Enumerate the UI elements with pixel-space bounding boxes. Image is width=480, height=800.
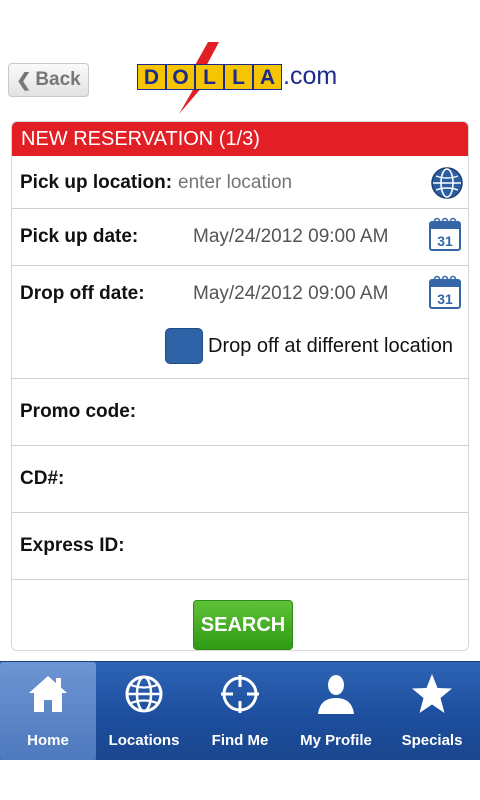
tab-find-me[interactable]: Find Me — [192, 662, 288, 761]
globe-icon[interactable] — [430, 165, 464, 201]
pickup-location-row: Pick up location: — [12, 158, 468, 208]
calendar-day: 31 — [437, 291, 453, 307]
pickup-date-label: Pick up date: — [20, 226, 139, 247]
back-button-label: Back — [35, 69, 81, 90]
app-header: ❮ Back D O L L A .com — [0, 0, 480, 114]
cd-number-input[interactable] — [72, 468, 413, 490]
chevron-left-icon: ❮ — [16, 69, 32, 90]
pickup-location-input[interactable] — [178, 172, 389, 194]
calendar-icon[interactable]: 31 — [428, 274, 462, 310]
logo-letter: L — [224, 64, 253, 90]
pickup-date-value[interactable]: May/24/2012 09:00 AM — [193, 226, 388, 248]
promo-code-input[interactable] — [144, 401, 415, 423]
pickup-date-row[interactable]: Pick up date: May/24/2012 09:00 AM — [12, 209, 468, 265]
different-location-label: Drop off at different location — [208, 335, 453, 357]
tab-locations[interactable]: Locations — [96, 662, 192, 761]
cd-number-label: CD#: — [20, 468, 65, 489]
person-icon — [318, 675, 354, 714]
back-button[interactable]: ❮ Back — [8, 63, 89, 97]
logo-letter: O — [166, 64, 195, 90]
tab-label: My Profile — [300, 732, 372, 749]
tab-label: Find Me — [211, 732, 269, 749]
different-location-checkbox[interactable] — [165, 328, 203, 364]
dropoff-date-row[interactable]: Drop off date: May/24/2012 09:00 AM — [12, 266, 468, 322]
express-id-input[interactable] — [132, 535, 433, 557]
bottom-strip — [0, 760, 480, 800]
dollar-logo: D O L L A .com — [133, 42, 348, 114]
pickup-location-label: Pick up location: — [20, 172, 173, 193]
dropoff-date-value[interactable]: May/24/2012 09:00 AM — [193, 283, 388, 305]
calendar-icon[interactable]: 31 — [428, 216, 462, 252]
logo-letter: L — [195, 64, 224, 90]
logo-letter: A — [253, 64, 282, 90]
bottom-tab-bar: Home Locations Find Me My Profile Specia… — [0, 661, 480, 761]
logo-letter: D — [137, 64, 166, 90]
tab-home[interactable]: Home — [0, 662, 96, 761]
dropoff-date-label: Drop off date: — [20, 283, 145, 304]
tab-label: Specials — [401, 732, 463, 749]
express-id-label: Express ID: — [20, 535, 125, 556]
divider — [12, 579, 468, 580]
cd-number-row: CD#: — [12, 446, 468, 512]
logo-suffix: .com — [283, 62, 338, 90]
logo-wordmark: D O L L A — [137, 64, 282, 90]
tab-label: Locations — [108, 732, 180, 749]
tab-specials[interactable]: Specials — [384, 662, 480, 761]
reservation-form: NEW RESERVATION (1/3) Pick up location: … — [11, 121, 469, 651]
home-icon — [29, 676, 67, 712]
star-icon — [412, 674, 452, 713]
promo-code-label: Promo code: — [20, 401, 137, 422]
tab-my-profile[interactable]: My Profile — [288, 662, 384, 761]
search-button[interactable]: SEARCH — [193, 600, 293, 650]
crosshair-icon — [221, 675, 259, 713]
globe-icon — [125, 675, 163, 713]
express-id-row: Express ID: — [12, 513, 468, 579]
tab-label: Home — [27, 732, 69, 749]
promo-code-row: Promo code: — [12, 379, 468, 445]
calendar-day: 31 — [437, 233, 453, 249]
form-title: NEW RESERVATION (1/3) — [12, 122, 468, 156]
